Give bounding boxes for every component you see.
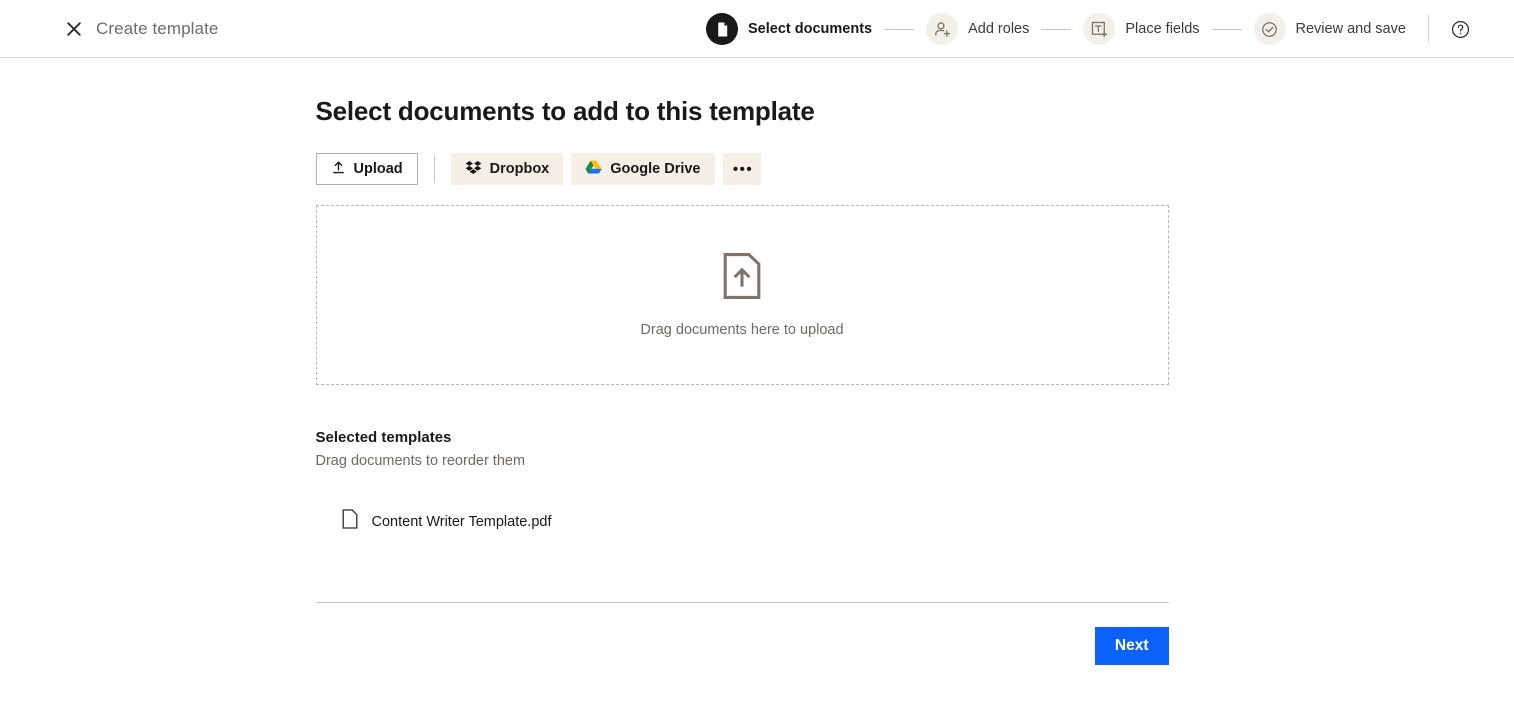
text-field-add-icon <box>1083 13 1116 45</box>
toolbar-divider <box>433 155 435 183</box>
dropbox-icon <box>465 159 482 180</box>
google-drive-icon <box>585 159 602 180</box>
top-bar-left-group: Create template <box>0 19 218 39</box>
upload-button[interactable]: Upload <box>315 153 418 185</box>
more-options-button[interactable]: ••• <box>722 153 761 185</box>
step-select-documents[interactable]: Select documents <box>706 13 872 45</box>
step-review-and-save[interactable]: Review and save <box>1253 13 1406 45</box>
step-label-select-documents: Select documents <box>748 21 873 37</box>
footer-actions: Next <box>315 602 1169 665</box>
document-source-toolbar: Upload Dropbox Google Drive ••• <box>315 153 1169 185</box>
step-label-place-fields: Place fields <box>1125 21 1200 37</box>
step-label-add-roles: Add roles <box>968 21 1030 37</box>
main-content: Select documents to add to this template… <box>315 58 1169 665</box>
stepper: Select documents Add roles Place fields … <box>706 0 1473 58</box>
page-title: Select documents to add to this template <box>315 96 815 126</box>
google-drive-button[interactable]: Google Drive <box>571 153 715 185</box>
step-connector <box>1211 28 1242 30</box>
step-connector <box>1041 28 1072 30</box>
selected-templates-subtext: Drag documents to reorder them <box>315 453 526 469</box>
top-bar-divider <box>1427 15 1429 43</box>
document-icon <box>706 13 738 45</box>
page-header-title: Create template <box>96 18 219 38</box>
close-icon[interactable] <box>64 19 84 39</box>
more-options-icon: ••• <box>732 160 754 178</box>
step-label-review-and-save: Review and save <box>1295 21 1406 37</box>
step-connector <box>884 28 915 30</box>
file-icon <box>342 509 358 534</box>
upload-button-label: Upload <box>353 161 403 177</box>
document-upload-icon <box>722 252 762 304</box>
next-button[interactable]: Next <box>1094 627 1169 665</box>
check-circle-icon <box>1253 13 1286 45</box>
selected-templates-heading: Selected templates <box>315 429 452 446</box>
step-add-roles[interactable]: Add roles <box>926 13 1029 45</box>
dropbox-button-label: Dropbox <box>489 161 550 177</box>
google-drive-button-label: Google Drive <box>610 161 701 177</box>
list-item[interactable]: Content Writer Template.pdf <box>316 503 1169 540</box>
file-name: Content Writer Template.pdf <box>371 513 552 530</box>
help-circle-icon[interactable] <box>1449 17 1473 41</box>
upload-arrow-icon <box>331 160 346 179</box>
person-add-icon <box>926 13 959 45</box>
dropzone-label: Drag documents here to upload <box>640 321 844 338</box>
step-place-fields[interactable]: Place fields <box>1083 13 1200 45</box>
document-dropzone[interactable]: Drag documents here to upload <box>315 205 1169 385</box>
dropbox-button[interactable]: Dropbox <box>450 153 564 185</box>
top-bar: Create template Select documents Add rol… <box>0 0 1514 58</box>
